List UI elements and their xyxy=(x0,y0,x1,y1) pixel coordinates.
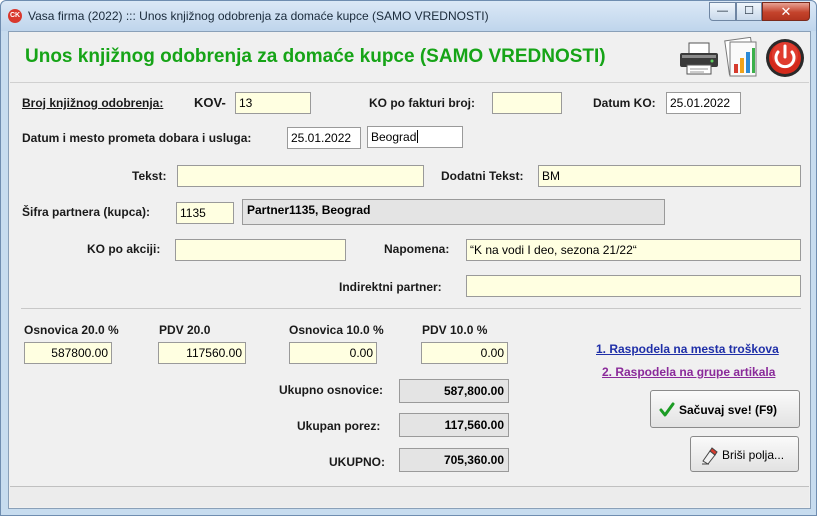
save-all-label: Sačuvaj sve! (F9) xyxy=(679,403,778,417)
dodatni-tekst-label: Dodatni Tekst: xyxy=(441,169,524,183)
chart-report-icon[interactable] xyxy=(724,37,760,79)
ko-po-akciji-label: KO po akciji: xyxy=(87,242,161,256)
pdv-20-label: PDV 20.0 xyxy=(159,323,211,337)
tekst-input[interactable] xyxy=(177,165,424,187)
ukupno-label: UKUPNO: xyxy=(329,455,385,469)
broj-odobrenja-label: Broj knjižnog odobrenja: xyxy=(22,96,164,110)
ukupno-value: 705,360.00 xyxy=(399,448,509,472)
tekst-label: Tekst: xyxy=(132,169,167,183)
ukupan-porez-value: 117,560.00 xyxy=(399,413,509,437)
app-logo-icon: CK xyxy=(8,9,22,23)
partner-name-display: Partner1135, Beograd xyxy=(242,199,665,225)
eraser-icon xyxy=(702,447,718,465)
close-window-button[interactable]: ✕ xyxy=(762,2,810,21)
broj-odobrenja-input[interactable]: 13 xyxy=(235,92,311,114)
dodatni-tekst-input[interactable]: BM xyxy=(538,165,801,187)
divider xyxy=(21,308,801,309)
indirektni-partner-input[interactable] xyxy=(466,275,801,297)
window-title: Vasa firma (2022) ::: Unos knjižnog odob… xyxy=(28,9,489,23)
form-client-area: Unos knjižnog odobrenja za domaće kupce … xyxy=(8,31,811,509)
ko-po-fakturi-label: KO po fakturi broj: xyxy=(369,96,475,110)
pdv-20-input[interactable]: 117560.00 xyxy=(158,342,246,364)
osnovica-10-input[interactable]: 0.00 xyxy=(289,342,377,364)
ko-po-akciji-input[interactable] xyxy=(175,239,346,261)
printer-icon[interactable] xyxy=(678,41,720,77)
osnovica-20-input[interactable]: 587800.00 xyxy=(24,342,112,364)
raspodela-grupe-artikala-link[interactable]: 2. Raspodela na grupe artikala xyxy=(602,365,775,379)
pdv-10-input[interactable]: 0.00 xyxy=(421,342,508,364)
datum-ko-label: Datum KO: xyxy=(593,96,656,110)
sifra-partnera-label: Šifra partnera (kupca): xyxy=(22,205,151,219)
osnovica-20-label: Osnovica 20.0 % xyxy=(24,323,119,337)
napomena-label: Napomena: xyxy=(384,242,450,256)
header-bar: Unos knjižnog odobrenja za domaće kupce … xyxy=(10,33,809,83)
datum-ko-input[interactable]: 25.01.2022 xyxy=(666,92,741,114)
minimize-button[interactable]: — xyxy=(709,2,736,21)
save-all-button[interactable]: Sačuvaj sve! (F9) xyxy=(650,390,800,428)
mesto-prometa-input[interactable]: Beograd xyxy=(367,126,463,148)
indirektni-partner-label: Indirektni partner: xyxy=(339,280,442,294)
mesto-prometa-value: Beograd xyxy=(371,130,417,144)
text-cursor xyxy=(417,130,419,143)
checkmark-icon xyxy=(659,402,675,417)
napomena-input[interactable]: “K na vodi I deo, sezona 21/22“ xyxy=(466,239,801,261)
datum-mesto-label: Datum i mesto prometa dobara i usluga: xyxy=(22,131,252,145)
title-bar[interactable]: CK Vasa firma (2022) ::: Unos knjižnog o… xyxy=(1,1,816,31)
ukupno-osnovice-label: Ukupno osnovice: xyxy=(279,383,384,397)
clear-fields-button[interactable]: Briši polja... xyxy=(690,436,799,472)
pdv-10-label: PDV 10.0 % xyxy=(422,323,488,337)
ukupan-porez-label: Ukupan porez: xyxy=(297,419,381,433)
app-window: CK Vasa firma (2022) ::: Unos knjižnog o… xyxy=(0,0,817,516)
osnovica-10-label: Osnovica 10.0 % xyxy=(289,323,384,337)
clear-fields-label: Briši polja... xyxy=(722,448,785,462)
maximize-button[interactable]: ☐ xyxy=(736,2,762,21)
status-bar xyxy=(10,486,809,507)
datum-prometa-input[interactable]: 25.01.2022 xyxy=(287,127,361,149)
sifra-partnera-input[interactable]: 1135 xyxy=(176,202,234,224)
raspodela-mesta-troskova-link[interactable]: 1. Raspodela na mesta troškova xyxy=(596,342,779,356)
ukupno-osnovice-value: 587,800.00 xyxy=(399,379,509,403)
power-exit-icon[interactable] xyxy=(764,37,806,79)
ko-po-fakturi-input[interactable] xyxy=(492,92,562,114)
page-title: Unos knjižnog odobrenja za domaće kupce … xyxy=(25,46,606,67)
broj-prefix: KOV- xyxy=(194,95,226,110)
